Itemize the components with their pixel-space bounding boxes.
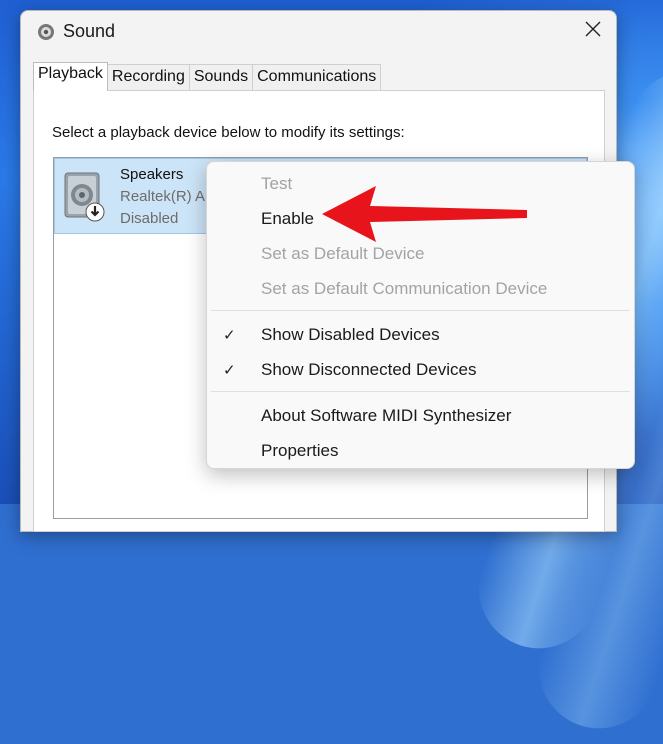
tab-strip: Playback Recording Sounds Communications [33,62,382,91]
instruction-text: Select a playback device below to modify… [52,124,405,141]
device-name: Speakers [120,166,184,183]
checkmark-icon: ✓ [223,362,236,379]
menu-item-test[interactable]: Test [261,174,292,194]
menu-item-set-default-communication-device[interactable]: Set as Default Communication Device [261,279,547,299]
menu-item-show-disabled-devices[interactable]: Show Disabled Devices [261,325,440,345]
device-driver: Realtek(R) Au [120,188,214,205]
title-bar[interactable]: Sound [21,11,616,55]
device-status: Disabled [120,210,179,227]
menu-item-enable[interactable]: Enable [261,209,314,229]
menu-item-show-disconnected-devices[interactable]: Show Disconnected Devices [261,360,476,380]
menu-item-set-default-device[interactable]: Set as Default Device [261,244,424,264]
menu-separator [211,310,630,311]
annotation-arrow-icon [322,186,527,242]
tab-recording[interactable]: Recording [106,64,190,91]
checkmark-icon: ✓ [223,327,236,344]
tab-playback[interactable]: Playback [33,62,108,91]
window-title: Sound [63,21,116,41]
tab-communications[interactable]: Communications [252,64,382,91]
tab-sounds[interactable]: Sounds [188,64,254,91]
close-button[interactable] [570,11,616,51]
menu-separator [211,391,630,392]
close-icon [585,21,601,42]
menu-item-properties[interactable]: Properties [261,441,338,461]
speaker-icon [37,23,55,41]
menu-item-about-midi-synthesizer[interactable]: About Software MIDI Synthesizer [261,406,511,426]
speaker-device-icon [63,171,107,223]
